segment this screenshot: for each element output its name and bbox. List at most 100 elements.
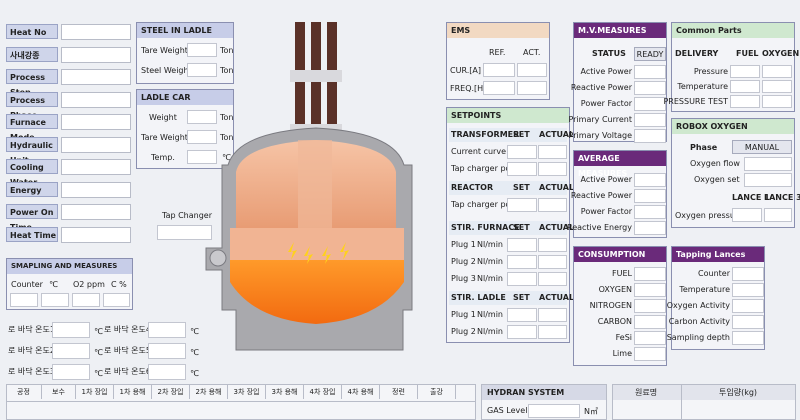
setpoint-transformer-actual-field-1[interactable]	[538, 162, 567, 176]
common-oxygen-field-0[interactable]	[762, 65, 792, 78]
setpoint-stir_ladle-actual-field-1[interactable]	[538, 325, 567, 339]
common-fuel-field-0[interactable]	[730, 65, 760, 78]
mv-measure-field-3[interactable]	[634, 113, 666, 127]
setpoint-stir_ladle-set-field-1[interactable]	[507, 325, 537, 339]
transformer-row-label-0: Current curve	[451, 147, 507, 156]
average-measure-field-0[interactable]	[634, 173, 666, 187]
floor-temp-field-4[interactable]	[52, 364, 90, 380]
common-oxygen-field-1[interactable]	[762, 80, 792, 93]
field-input-4[interactable]	[61, 114, 131, 130]
ems-current-ref-field[interactable]	[483, 63, 515, 77]
sampling-temp-header: ℃	[49, 280, 58, 289]
mv-measure-field-4[interactable]	[634, 129, 666, 143]
average-measure-field-3[interactable]	[634, 221, 666, 235]
sampling-counter-field[interactable]	[10, 293, 38, 307]
setpoint-stir_furnace-actual-field-2[interactable]	[538, 272, 567, 286]
field-input-7[interactable]	[61, 181, 131, 198]
field-input-6[interactable]	[61, 159, 131, 175]
field-input-5[interactable]	[61, 136, 131, 153]
average-measure-field-1[interactable]	[634, 189, 666, 203]
setpoint-stir_furnace-set-field-1[interactable]	[507, 255, 537, 269]
average-measure-label-2: Power Factor	[580, 207, 632, 216]
setpoint-transformer-set-field-0[interactable]	[507, 145, 537, 159]
sampling-temp-field[interactable]	[41, 293, 69, 307]
sampling-c-header: C %	[111, 280, 127, 289]
setpoint-stir_ladle-set-field-0[interactable]	[507, 308, 537, 322]
oxygen-flow-field[interactable]	[744, 157, 792, 171]
common-fuel-field-2[interactable]	[730, 95, 760, 108]
consumption-field-4[interactable]	[634, 331, 666, 345]
field-input-9[interactable]	[61, 226, 131, 243]
gas-level-field[interactable]	[528, 404, 580, 418]
process-col-header-0: 공정	[6, 385, 42, 399]
setpoint-stir_furnace-actual-field-1[interactable]	[538, 255, 567, 269]
ems-freq-act-field[interactable]	[517, 81, 547, 95]
oxygen-set-field[interactable]	[744, 173, 792, 187]
floor-temp-field-5[interactable]	[148, 364, 186, 380]
mv-measure-field-1[interactable]	[634, 81, 666, 95]
process-col-header-8: 4차 장입	[304, 385, 342, 399]
oxygen-pressure-lance1-field[interactable]	[732, 208, 762, 222]
gas-level-label: GAS Level	[487, 406, 528, 415]
floor-temp-field-3[interactable]	[148, 343, 186, 359]
floor-temp-field-1[interactable]	[148, 322, 186, 338]
tapping-lance-label-4: Sampling depth	[666, 333, 730, 342]
field-input-0[interactable]	[61, 24, 131, 40]
robox-phase-value[interactable]: MANUAL	[732, 140, 792, 154]
common-oxygen-header: OXYGEN	[762, 49, 800, 58]
mv-measure-field-2[interactable]	[634, 97, 666, 111]
tapping-lance-field-4[interactable]	[732, 331, 764, 345]
floor-temp-field-2[interactable]	[52, 343, 90, 359]
mv-measure-field-0[interactable]	[634, 65, 666, 79]
sampling-c-field[interactable]	[103, 293, 130, 307]
setpoint-stir_furnace-set-field-0[interactable]	[507, 238, 537, 252]
average-measure-field-2[interactable]	[634, 205, 666, 219]
setpoint-transformer-actual-field-0[interactable]	[538, 145, 567, 159]
ems-ref-header: REF.	[489, 48, 506, 57]
robox-oxygen-title: ROBOX OXYGEN	[672, 119, 794, 134]
field-input-1[interactable]	[61, 46, 131, 63]
floor-temp-unit-4: ℃	[94, 369, 103, 378]
setpoint-reactor-actual-field-0[interactable]	[538, 198, 567, 212]
consumption-field-2[interactable]	[634, 299, 666, 313]
field-label-7: Energy	[6, 181, 58, 197]
process-col-header-1: 보수	[42, 385, 76, 399]
setpoint-stir_ladle-actual-field-0[interactable]	[538, 308, 567, 322]
common-fuel-field-1[interactable]	[730, 80, 760, 93]
consumption-field-5[interactable]	[634, 347, 666, 361]
consumption-label-3: CARBON	[597, 317, 632, 326]
process-col-header-5: 2차 용해	[190, 385, 228, 399]
consumption-field-1[interactable]	[634, 283, 666, 297]
field-input-3[interactable]	[61, 91, 131, 108]
field-input-2[interactable]	[61, 69, 131, 85]
setpoint-reactor-actual: ACTUAL	[539, 183, 575, 192]
consumption-field-0[interactable]	[634, 267, 666, 281]
common-row-label-0: Pressure	[693, 67, 728, 76]
average-measure-label-0: Active Power	[580, 175, 632, 184]
common-row-label-1: Temperature	[677, 82, 728, 91]
setpoint-reactor-set-field-0[interactable]	[507, 198, 537, 212]
ems-freq-ref-field[interactable]	[483, 81, 515, 95]
tapping-lance-field-2[interactable]	[732, 299, 764, 313]
tapping-lance-field-0[interactable]	[732, 267, 764, 281]
consumption-field-3[interactable]	[634, 315, 666, 329]
field-input-8[interactable]	[61, 204, 131, 220]
common-oxygen-field-2[interactable]	[762, 95, 792, 108]
setpoint-stir_furnace-actual-field-0[interactable]	[538, 238, 567, 252]
sampling-o2-field[interactable]	[72, 293, 100, 307]
common-delivery-header: DELIVERY	[675, 49, 719, 58]
setpoint-stir_ladle-set: SET	[513, 293, 530, 302]
setpoint-stir_furnace-label: STIR. FURNACE	[451, 223, 520, 232]
process-col-header-11: 출강	[418, 385, 456, 399]
tapping-lance-field-1[interactable]	[732, 283, 764, 297]
floor-temp-field-0[interactable]	[52, 322, 90, 338]
tap-hole	[209, 249, 227, 267]
consumption-label-1: OXYGEN	[598, 285, 632, 294]
tapping-lance-field-3[interactable]	[732, 315, 764, 329]
ladle-weight-label: Weight	[149, 113, 177, 122]
oxygen-pressure-lance3-field[interactable]	[764, 208, 792, 222]
setpoint-stir_furnace-set-field-2[interactable]	[507, 272, 537, 286]
setpoint-transformer-set-field-1[interactable]	[507, 162, 537, 176]
ems-current-act-field[interactable]	[517, 63, 547, 77]
field-label-6: Cooling Water	[6, 159, 58, 187]
